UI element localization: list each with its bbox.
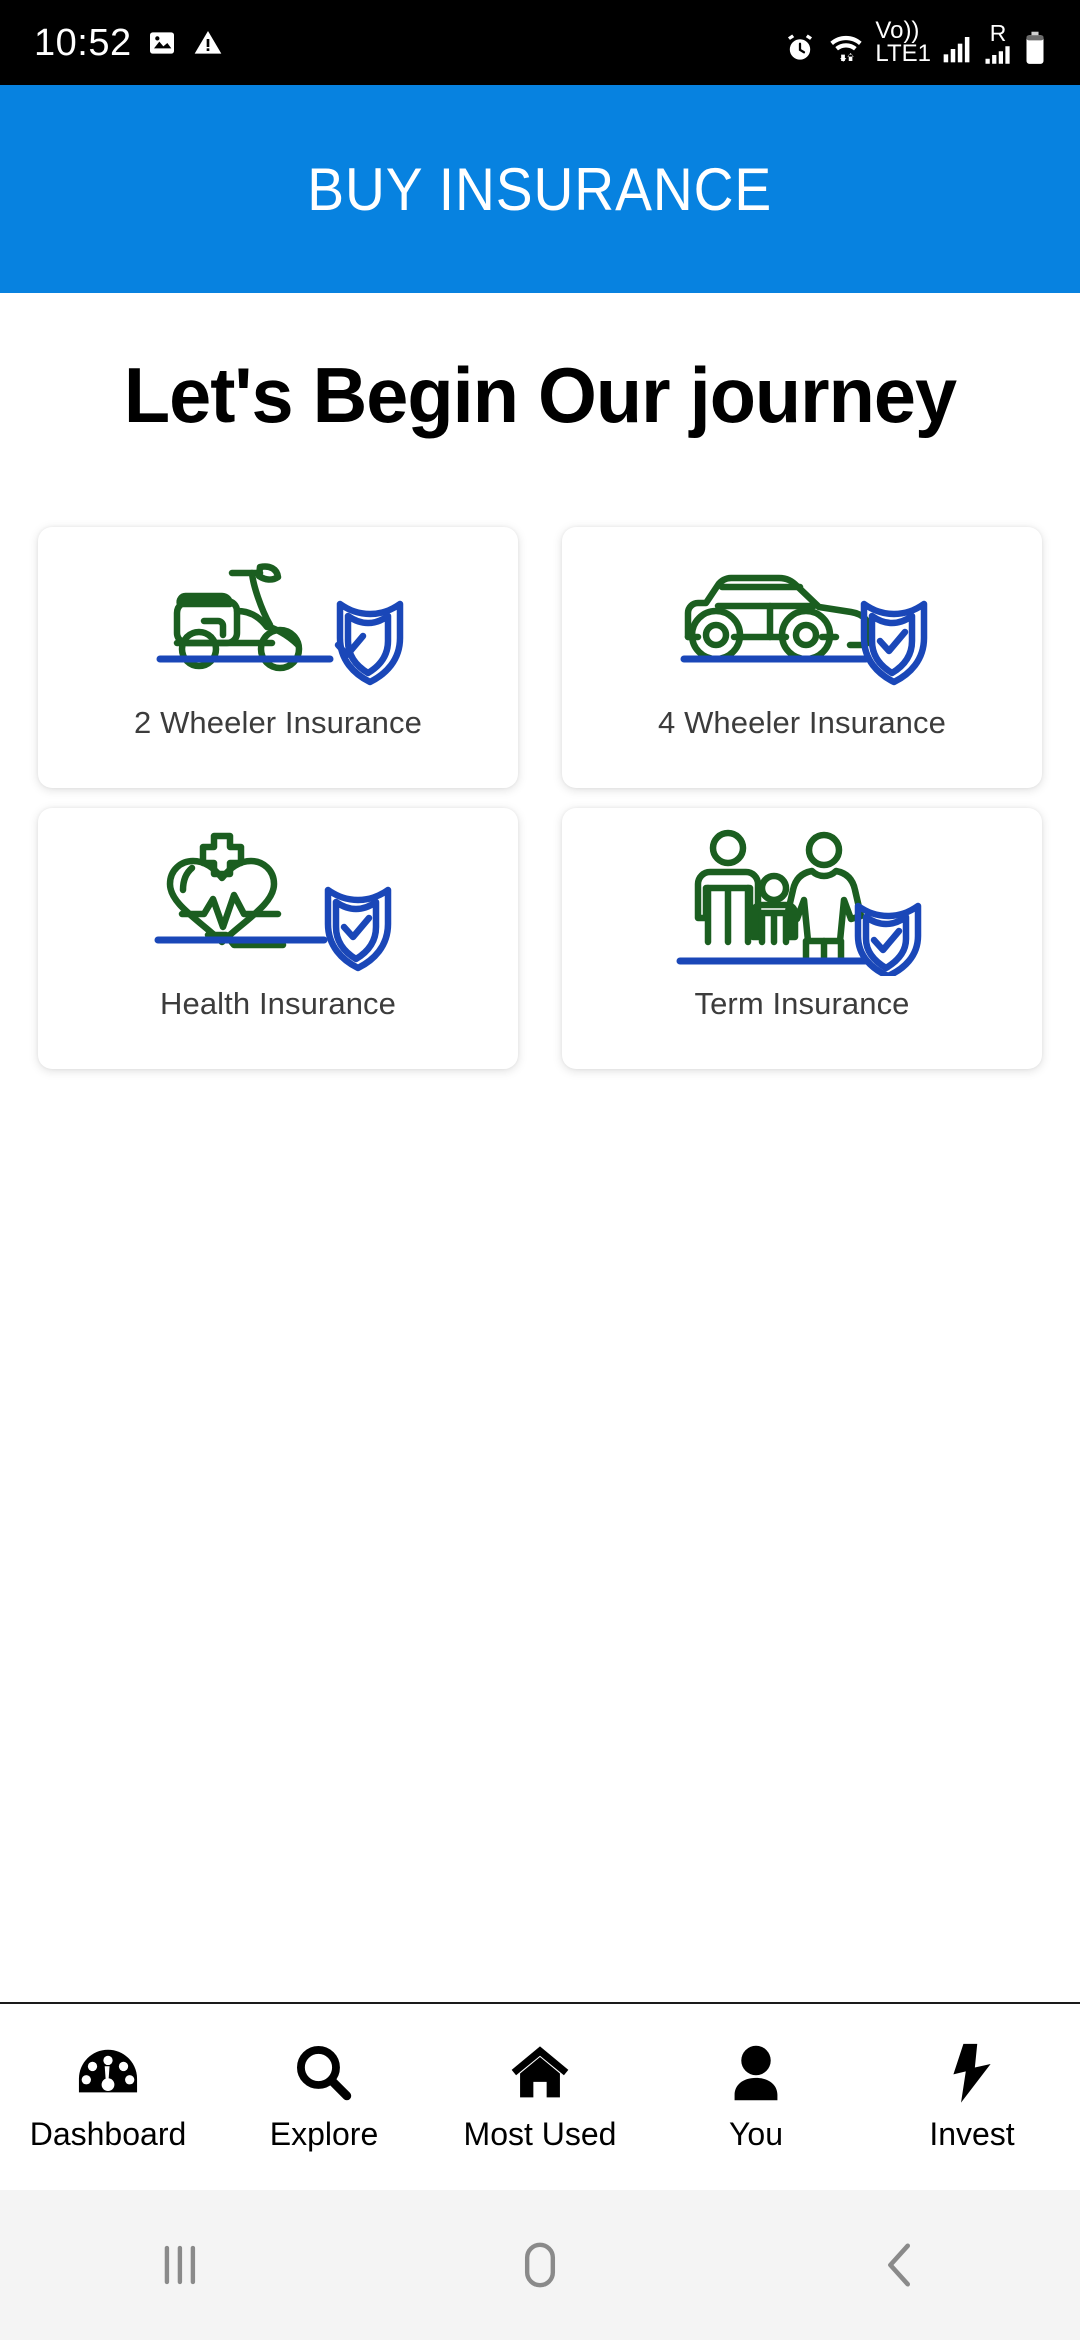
home-icon bbox=[509, 2042, 571, 2104]
nav-item-you[interactable]: You bbox=[648, 2042, 864, 2153]
speedometer-icon bbox=[77, 2042, 139, 2104]
back-chevron-icon[interactable] bbox=[720, 2240, 1080, 2290]
alarm-clock-icon bbox=[783, 31, 817, 65]
home-pill-icon[interactable] bbox=[360, 2239, 720, 2291]
volte-sub-label: LTE1 bbox=[875, 39, 931, 67]
app-bar: BUY INSURANCE bbox=[0, 85, 1080, 293]
insurance-card-health[interactable]: Health Insurance bbox=[38, 808, 518, 1069]
nav-item-dashboard[interactable]: Dashboard bbox=[0, 2042, 216, 2153]
bottom-navigation-bar: Dashboard Explore Most Used You Invest bbox=[0, 2002, 1080, 2190]
roaming-label: R bbox=[989, 20, 1007, 47]
lightning-bolt-icon bbox=[950, 2042, 994, 2104]
battery-icon bbox=[1024, 31, 1046, 65]
status-bar-right: Vo)) LTE1 R bbox=[783, 18, 1046, 67]
insurance-card-label: 4 Wheeler Insurance bbox=[658, 705, 946, 740]
signal-bars-icon bbox=[942, 33, 972, 65]
wifi-icon bbox=[828, 31, 864, 65]
insurance-card-four-wheeler[interactable]: 4 Wheeler Insurance bbox=[562, 527, 1042, 788]
system-navigation-bar bbox=[0, 2190, 1080, 2340]
insurance-card-term[interactable]: Term Insurance bbox=[562, 808, 1042, 1069]
page-title: Let's Begin Our journey bbox=[123, 351, 957, 439]
image-icon bbox=[146, 27, 178, 59]
search-icon bbox=[294, 2042, 354, 2104]
insurance-card-label: 2 Wheeler Insurance bbox=[134, 705, 422, 740]
roaming-signal-icon: R bbox=[983, 22, 1013, 65]
scooter-shield-icon bbox=[138, 551, 418, 691]
insurance-card-label: Term Insurance bbox=[694, 986, 910, 1021]
nav-item-label: Invest bbox=[929, 2115, 1015, 2152]
phone-screen: 10:52 Vo)) LTE1 R BUY INSURANCE Let's Be… bbox=[0, 0, 1080, 2340]
main-content: Let's Begin Our journey 2 Wheeler Insura… bbox=[0, 293, 1080, 2002]
heart-cross-shield-icon bbox=[138, 832, 418, 972]
app-bar-title: BUY INSURANCE bbox=[307, 155, 773, 223]
insurance-card-two-wheeler[interactable]: 2 Wheeler Insurance bbox=[38, 527, 518, 788]
status-bar-left: 10:52 bbox=[34, 24, 224, 62]
car-shield-icon bbox=[662, 551, 942, 691]
person-icon bbox=[729, 2042, 783, 2104]
recents-bars-icon[interactable] bbox=[0, 2240, 360, 2290]
nav-item-label: Most Used bbox=[463, 2115, 617, 2152]
nav-item-invest[interactable]: Invest bbox=[864, 2042, 1080, 2153]
nav-item-label: Dashboard bbox=[29, 2115, 187, 2152]
nav-item-most-used[interactable]: Most Used bbox=[432, 2042, 648, 2153]
family-shield-icon bbox=[662, 829, 942, 976]
nav-item-explore[interactable]: Explore bbox=[216, 2042, 432, 2153]
status-bar-clock: 10:52 bbox=[34, 21, 132, 64]
insurance-card-label: Health Insurance bbox=[160, 986, 396, 1021]
nav-item-label: You bbox=[729, 2115, 783, 2152]
status-bar: 10:52 Vo)) LTE1 R bbox=[0, 0, 1080, 85]
nav-item-label: Explore bbox=[269, 2115, 379, 2152]
volte1-icon: Vo)) LTE1 bbox=[875, 18, 931, 67]
insurance-card-grid: 2 Wheeler Insurance 4 Wheeler Insurance … bbox=[38, 527, 1042, 1069]
warning-triangle-icon bbox=[192, 27, 224, 59]
